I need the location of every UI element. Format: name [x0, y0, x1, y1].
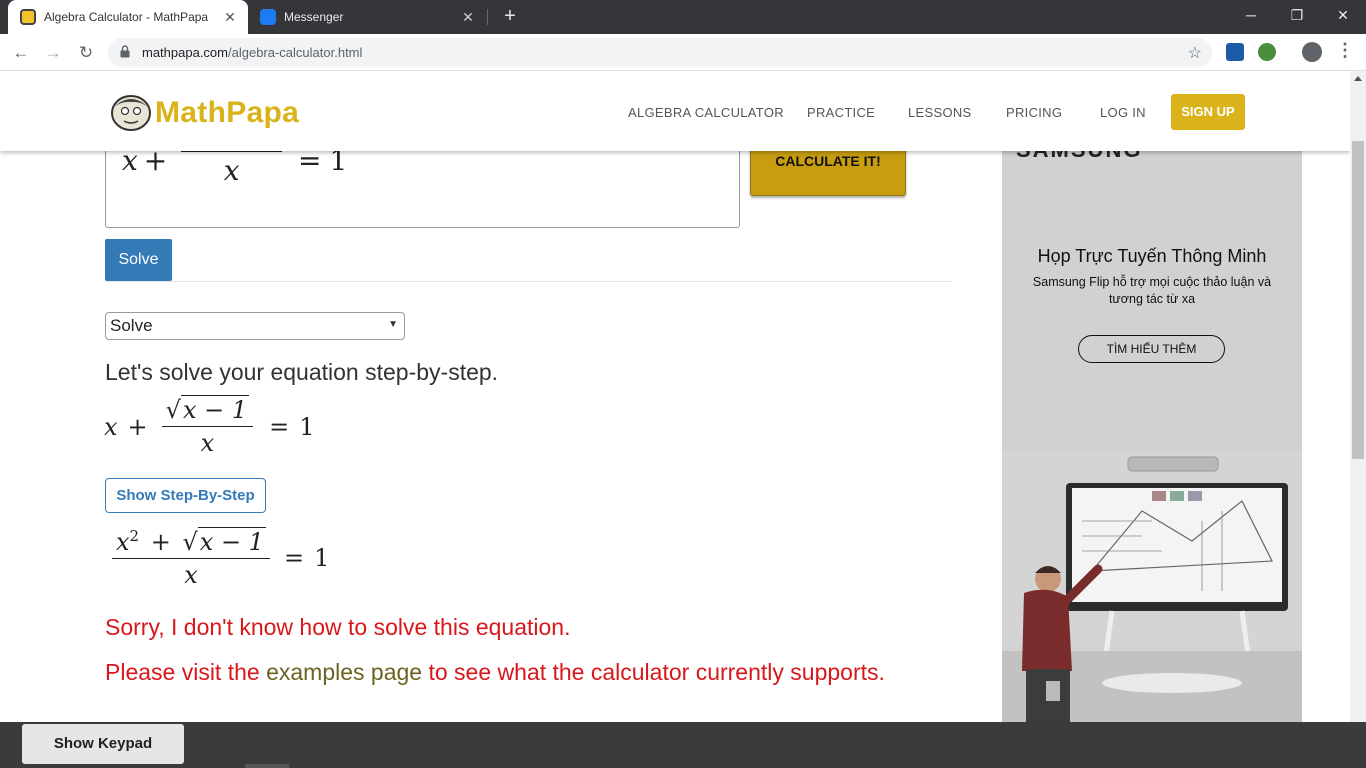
extension-icon[interactable] [1258, 43, 1276, 61]
url-path: /algebra-calculator.html [228, 45, 363, 60]
examples-message-post: to see what the calculator currently sup… [422, 659, 885, 685]
ad-headline: Họp Trực Tuyến Thông Minh [1037, 246, 1267, 266]
chevron-down-icon: ▼ [388, 319, 398, 330]
page-viewport: MathPapa ALGEBRA CALCULATOR PRACTICE LES… [0, 71, 1350, 722]
keypad-tab-edge [245, 764, 289, 768]
nav-lessons[interactable]: LESSONS [908, 105, 972, 120]
close-tab-icon[interactable]: ✕ [458, 9, 478, 26]
reload-icon[interactable]: ↻ [73, 40, 99, 66]
math-var: x [116, 528, 130, 556]
mode-select[interactable]: Solve ▼ [105, 312, 405, 340]
sqrt-argument: x − 1 [180, 395, 250, 424]
math-var: x [184, 561, 198, 590]
math-var: x [223, 154, 240, 188]
tab-algebra-calculator[interactable]: Algebra Calculator - MathPapa ✕ [8, 0, 248, 34]
minimize-icon[interactable]: ─ [1228, 0, 1274, 30]
ad-product-image [1002, 451, 1302, 722]
samsung-ad[interactable]: SAMSUNG Họp Trực Tuyến Thông Minh Samsun… [1002, 151, 1302, 722]
mathpapa-favicon-icon [20, 9, 36, 25]
math-fraction: x2 + √x − 1 x [112, 527, 270, 589]
nav-practice[interactable]: PRACTICE [807, 105, 875, 120]
page-scrollbar[interactable] [1350, 71, 1366, 722]
browser-menu-icon[interactable]: ⋮ [1336, 40, 1354, 61]
examples-message-pre: Please visit the [105, 659, 267, 685]
ad-subline: Samsung Flip hỗ trợ mọi cuộc thảo luận v… [1032, 275, 1272, 306]
nav-algebra-calculator[interactable]: ALGEBRA CALCULATOR [628, 105, 784, 120]
solve-button[interactable]: Solve [105, 239, 172, 281]
show-keypad-button[interactable]: Show Keypad [22, 724, 184, 764]
math-number: 1 [314, 544, 330, 573]
show-step-by-step-button[interactable]: Show Step-By-Step [105, 478, 266, 513]
math-var: x [104, 412, 118, 441]
math-fraction: √x − 1 x [161, 395, 254, 458]
math-exponent: 2 [129, 527, 140, 545]
math-op: = [283, 544, 305, 573]
nav-pricing[interactable]: PRICING [1006, 105, 1062, 120]
messenger-favicon-icon [260, 9, 276, 25]
math-op: = [269, 412, 290, 441]
profile-avatar-icon[interactable] [1302, 42, 1322, 62]
address-bar[interactable]: mathpapa.com/algebra-calculator.html ☆ [108, 38, 1212, 67]
math-number: 1 [299, 412, 315, 441]
browser-toolbar: ← → ↻ mathpapa.com/algebra-calculator.ht… [0, 34, 1366, 71]
url-text: mathpapa.com/algebra-calculator.html [142, 45, 362, 60]
examples-message: Please visit the examples page to see wh… [105, 659, 885, 686]
tab-title: Messenger [284, 10, 344, 24]
rendered-equation: x + √x − 1 x = 1 [104, 395, 315, 458]
sqrt-symbol: √ [165, 396, 181, 424]
sqrt-symbol: √ [182, 528, 198, 556]
signup-button[interactable]: SIGN UP [1171, 94, 1245, 130]
new-tab-icon[interactable]: + [498, 4, 522, 28]
bookmark-star-icon[interactable]: ☆ [1188, 43, 1202, 63]
divider [105, 281, 952, 282]
forward-icon[interactable]: → [40, 40, 66, 66]
simplified-equation: x2 + √x − 1 x = 1 [104, 527, 329, 589]
restore-icon[interactable]: ❐ [1274, 0, 1320, 30]
back-icon[interactable]: ← [8, 40, 34, 66]
tab-messenger[interactable]: Messenger ✕ [250, 0, 486, 34]
nav-login[interactable]: LOG IN [1100, 105, 1146, 120]
site-header: MathPapa ALGEBRA CALCULATOR PRACTICE LES… [0, 71, 1350, 151]
error-message: Sorry, I don't know how to solve this eq… [105, 614, 571, 640]
tab-separator [487, 9, 488, 25]
window-close-icon[interactable]: ✕ [1320, 0, 1366, 30]
sqrt-argument: x − 1 [197, 527, 266, 556]
math-var: x [200, 429, 215, 458]
lock-icon [120, 45, 130, 58]
extension-icon[interactable] [1226, 43, 1244, 61]
keypad-bar: Show Keypad [0, 722, 1366, 768]
mathpapa-mascot-icon[interactable] [110, 93, 152, 131]
mode-select-value: Solve [110, 316, 153, 335]
math-op: + [150, 528, 171, 556]
math-op: + [127, 412, 148, 441]
browser-tab-bar: Algebra Calculator - MathPapa ✕ Messenge… [0, 0, 1366, 34]
intro-text: Let's solve your equation step-by-step. [105, 359, 499, 385]
ad-cta-button[interactable]: TÌM HIỂU THÊM [1078, 335, 1225, 363]
site-logo[interactable]: MathPapa [155, 96, 299, 130]
url-domain: mathpapa.com [142, 45, 228, 60]
close-tab-icon[interactable]: ✕ [220, 9, 240, 26]
tab-title: Algebra Calculator - MathPapa [44, 10, 209, 24]
scrollbar-thumb[interactable] [1352, 141, 1364, 459]
ad-brand: SAMSUNG [1016, 151, 1142, 163]
examples-link[interactable]: examples page [266, 659, 422, 685]
scroll-up-icon[interactable] [1354, 76, 1362, 81]
